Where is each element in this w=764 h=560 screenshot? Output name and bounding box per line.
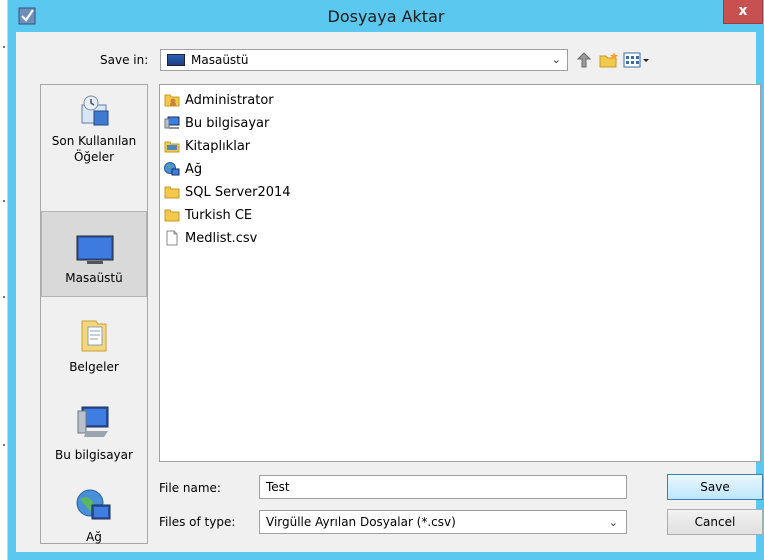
view-menu-icon[interactable] <box>623 51 651 69</box>
place-label: Son Kullanılan Öğeler <box>51 134 137 164</box>
network-icon <box>76 489 111 520</box>
place-label: Belgeler <box>69 360 119 374</box>
documents-icon <box>81 320 107 352</box>
place-recent-items[interactable]: Son Kullanılan Öğeler <box>41 85 147 171</box>
user-folder-icon <box>164 94 180 107</box>
place-computer[interactable]: Bu bilgisayar <box>41 395 147 481</box>
edge-mark <box>3 46 5 48</box>
libraries-icon <box>164 141 180 153</box>
file-name: Ağ <box>185 161 203 177</box>
file-name: Turkish CE <box>185 207 253 223</box>
place-network[interactable]: Ağ <box>41 481 147 560</box>
file-type-label: Files of type: <box>159 515 236 529</box>
edge-mark <box>3 200 5 202</box>
dialog-body: Save in: Masaüstü ⌄ Son Kullanılan Öğele… <box>16 32 763 552</box>
save-in-label: Save in: <box>100 53 149 67</box>
desktop-icon <box>76 235 114 264</box>
edge-mark <box>3 444 5 446</box>
place-desktop[interactable]: Masaüstü <box>41 211 147 297</box>
file-name-field[interactable]: Test <box>259 475 627 499</box>
chevron-down-icon: ⌄ <box>608 516 618 529</box>
save-in-dropdown[interactable]: Masaüstü ⌄ <box>160 49 568 71</box>
file-list[interactable]: Administrator Bu bilgisayar Kitaplıklar <box>159 84 761 462</box>
network-icon <box>164 162 180 176</box>
folder-icon <box>164 186 180 199</box>
new-folder-icon[interactable] <box>599 51 619 69</box>
place-label: Ağ <box>86 530 102 544</box>
title-bar[interactable]: Dosyaya Aktar x <box>8 0 764 32</box>
save-in-value: Masaüstü <box>191 53 249 67</box>
desktop-icon <box>167 54 185 66</box>
list-item[interactable]: Medlist.csv <box>164 228 257 248</box>
up-folder-icon[interactable] <box>574 51 594 69</box>
file-type-dropdown[interactable]: Virgülle Ayrılan Dosyalar (*.csv) ⌄ <box>259 510 627 534</box>
cancel-button[interactable]: Cancel <box>667 509 763 535</box>
file-type-value: Virgülle Ayrılan Dosyalar (*.csv) <box>266 515 456 529</box>
file-name: Kitaplıklar <box>185 138 251 154</box>
close-icon: x <box>738 3 748 19</box>
list-item[interactable]: Kitaplıklar <box>164 136 250 156</box>
place-label: Masaüstü <box>65 271 123 285</box>
save-button[interactable]: Save <box>667 474 763 500</box>
folder-icon <box>164 209 180 222</box>
file-name-label: File name: <box>159 481 221 495</box>
background-edge <box>0 0 8 560</box>
chevron-down-icon: ⌄ <box>551 53 561 66</box>
list-item[interactable]: Administrator <box>164 90 274 110</box>
list-item[interactable]: Bu bilgisayar <box>164 113 269 133</box>
computer-icon <box>77 406 109 437</box>
place-documents[interactable]: Belgeler <box>41 307 147 393</box>
places-bar: Son Kullanılan Öğeler Masaüstü Belgeler <box>40 84 148 544</box>
window-title: Dosyaya Aktar <box>327 7 445 26</box>
file-name-value: Test <box>266 480 290 494</box>
list-item[interactable]: Turkish CE <box>164 205 252 225</box>
list-item[interactable]: Ağ <box>164 159 202 179</box>
save-dialog: Dosyaya Aktar x Save in: Masaüstü ⌄ Son … <box>8 0 764 560</box>
close-button[interactable]: x <box>723 0 763 24</box>
file-name: SQL Server2014 <box>185 184 291 200</box>
place-label: Bu bilgisayar <box>55 448 133 462</box>
file-name: Medlist.csv <box>185 230 258 246</box>
file-name: Bu bilgisayar <box>185 115 270 131</box>
computer-icon <box>164 116 180 129</box>
recent-items-icon <box>81 95 109 126</box>
file-icon <box>166 230 178 246</box>
file-name: Administrator <box>185 92 274 108</box>
edge-mark <box>3 296 5 298</box>
list-item[interactable]: SQL Server2014 <box>164 182 291 202</box>
